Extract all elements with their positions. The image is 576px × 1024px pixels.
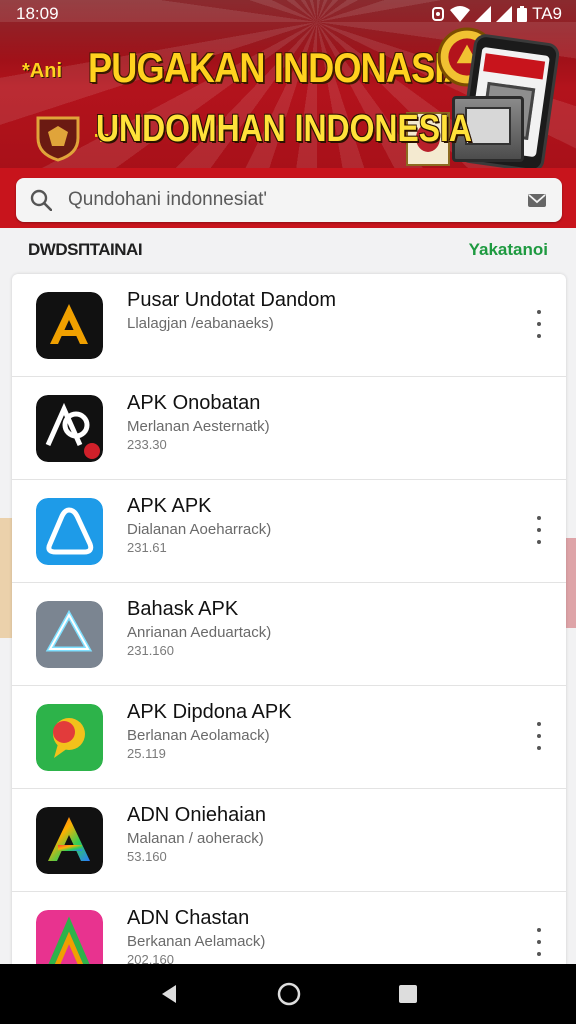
banner-title: PUGAKAN INDONASIAR — [88, 44, 495, 91]
search-input[interactable] — [68, 189, 526, 211]
network-label: TA9 — [532, 4, 562, 23]
app-meta: 202.160 — [127, 952, 174, 964]
home-icon[interactable] — [276, 981, 302, 1007]
section-title: DWDSПTAINAI — [28, 240, 143, 259]
back-icon[interactable] — [158, 983, 180, 1005]
list-item[interactable]: ADN Oniehaian Malanan / aoherack) 53.160 — [12, 789, 566, 892]
more-options-icon[interactable] — [532, 722, 546, 750]
app-name: APK APK — [127, 495, 212, 517]
triangle-gray-icon — [36, 600, 103, 668]
bubble-green-icon — [36, 703, 103, 771]
background-blur-left — [0, 518, 12, 638]
letter-a-rainbow-icon — [36, 806, 103, 874]
list-item[interactable]: APK Dipdona APK Berlanan Aeolamack) 25.1… — [12, 686, 566, 789]
more-options-icon[interactable] — [532, 516, 546, 544]
letter-a-pink-icon — [36, 909, 103, 964]
main-content[interactable]: DWDSПTAINAI Yakatanoi Pusar Undotat Dand… — [0, 228, 576, 964]
list-item[interactable]: APK APK Dialanan Aoeharrack) 231.61 — [12, 480, 566, 583]
notification-icon — [432, 7, 445, 21]
shield-emblem-icon — [36, 116, 80, 162]
triangle-blue-icon — [36, 497, 103, 565]
list-item[interactable]: Bahask APK Anrianan Aeduartack) 231.160 — [12, 583, 566, 686]
app-name: Pusar Undotat Dandom — [127, 289, 337, 311]
app-name: APK Dipdona APK — [127, 701, 292, 723]
search-bar[interactable] — [16, 178, 562, 222]
search-icon[interactable] — [30, 189, 52, 211]
list-item[interactable]: Pusar Undotat Dandom Llalagjan /eabanaek… — [12, 274, 566, 377]
status-time: 18:09 — [16, 4, 59, 23]
mail-filter-icon[interactable] — [526, 189, 548, 211]
ap-logo-black-icon — [36, 394, 103, 462]
background-blur-right — [566, 538, 576, 628]
more-options-icon[interactable] — [532, 310, 546, 338]
app-subtitle: Anrianan Aeduartack) — [127, 624, 272, 641]
app-subtitle: Berkanan Aelamack) — [127, 933, 266, 950]
app-subtitle: Merlanan Aesternatk) — [127, 418, 270, 435]
list-item[interactable]: ADN Chastan Berkanan Aelamack) 202.160 — [12, 892, 566, 964]
app-subtitle: Berlanan Aeolamack) — [127, 727, 270, 744]
see-more-link[interactable]: Yakatanoi — [469, 240, 548, 260]
app-list: Pusar Undotat Dandom Llalagjan /eabanaek… — [12, 274, 566, 964]
more-options-icon[interactable] — [532, 928, 546, 956]
signal-icon-2 — [496, 6, 513, 22]
app-name: Bahask APK — [127, 598, 239, 620]
app-subtitle: Llalagjan /eabanaeks) — [127, 315, 274, 332]
banner-prefix: *Ani — [22, 60, 62, 82]
app-name: APK Onobatan — [127, 392, 261, 414]
app-subtitle: Malanan / aoherack) — [127, 830, 264, 847]
battery-icon — [517, 6, 528, 22]
status-icons: TA9 — [431, 4, 562, 24]
app-meta: 53.160 — [127, 849, 167, 864]
system-nav-bar — [0, 964, 576, 1024]
list-item[interactable]: APK Onobatan Merlanan Aesternatk) 233.30 — [12, 377, 566, 480]
signal-icon — [475, 6, 492, 22]
wifi-icon — [450, 6, 471, 22]
app-subtitle: Dialanan Aoeharrack) — [127, 521, 272, 538]
section-header: DWDSПTAINAI Yakatanoi — [0, 228, 576, 272]
app-meta: 233.30 — [127, 437, 167, 452]
app-meta: 231.61 — [127, 540, 167, 555]
app-meta: 25.119 — [127, 746, 166, 761]
app-name: ADN Chastan — [127, 907, 250, 929]
banner-subtitle: UNDOMHAN INDONESIA — [96, 108, 472, 150]
recents-icon[interactable] — [398, 984, 418, 1004]
status-bar: 18:09 TA9 — [0, 0, 576, 28]
app-name: ADN Oniehaian — [127, 804, 266, 826]
app-meta: 231.160 — [127, 643, 174, 658]
letter-a-black-orange-icon — [36, 291, 103, 359]
